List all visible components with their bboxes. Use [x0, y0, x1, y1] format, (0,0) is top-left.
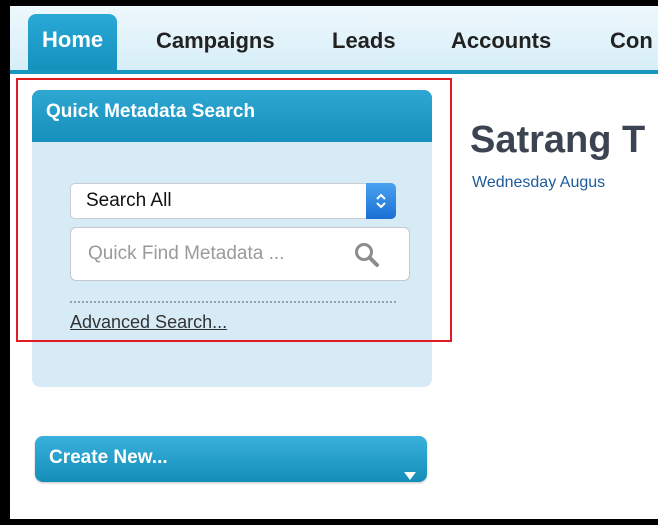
tab-contacts[interactable]: Con	[610, 6, 653, 70]
page-date: Wednesday Augus	[472, 174, 606, 191]
page-title: Satrang T	[470, 119, 646, 161]
highlight-box	[16, 78, 452, 342]
app-window: Home Campaigns Leads Accounts Con Quick …	[0, 0, 658, 525]
tab-accounts[interactable]: Accounts	[451, 6, 551, 70]
tab-leads[interactable]: Leads	[332, 6, 396, 70]
tab-campaigns[interactable]: Campaigns	[156, 6, 275, 70]
tab-bar: Home Campaigns Leads Accounts Con	[10, 6, 658, 74]
tab-home[interactable]: Home	[28, 14, 118, 70]
create-new-button[interactable]: Create New...	[35, 436, 427, 482]
caret-down-icon	[403, 454, 417, 498]
create-new-label: Create New...	[49, 447, 168, 468]
